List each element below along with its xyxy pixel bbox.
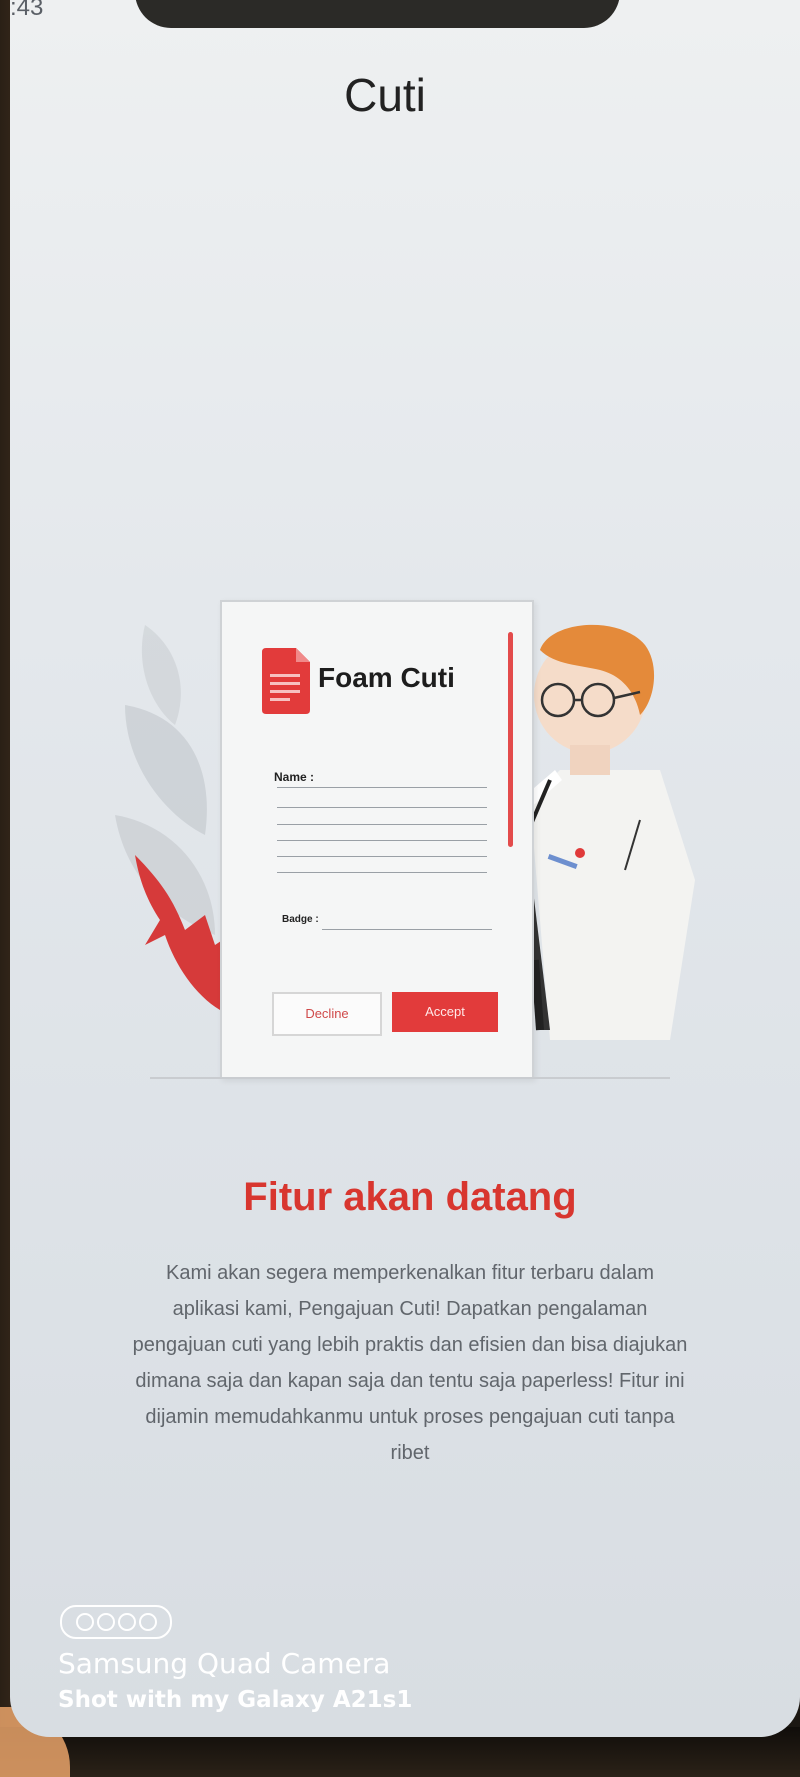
lens-dot — [138, 1613, 157, 1631]
form-scroll-bar — [508, 632, 513, 847]
form-line — [277, 872, 487, 873]
accept-button: Accept — [392, 992, 498, 1032]
name-line — [277, 787, 487, 788]
document-icon — [262, 648, 310, 714]
lens-dot — [117, 1613, 136, 1631]
camera-notch — [135, 0, 620, 28]
grey-leaf — [115, 625, 215, 935]
name-label: Name : — [274, 770, 315, 784]
badge-label: Badge : — [282, 914, 319, 925]
form-line — [277, 840, 487, 841]
camera-watermark-subtitle: Shot with my Galaxy A21s1 — [58, 1687, 413, 1713]
feature-description: Kami akan segera memperkenalkan fitur te… — [132, 1262, 688, 1464]
badge-line — [322, 929, 492, 930]
phone-screen: :43 Cuti Foam Cuti Name: Badge: Declin… — [10, 0, 800, 1737]
form-line — [277, 856, 487, 857]
leave-form-card: Foam Cuti Name : Badge : Decline Accept — [220, 600, 534, 1079]
coming-soon-heading: Fitur akan datang — [243, 1175, 577, 1219]
decline-button: Decline — [272, 992, 382, 1036]
lens-dot — [96, 1613, 115, 1631]
form-title: Foam Cuti — [318, 662, 455, 693]
form-line — [277, 824, 487, 825]
page-title: Cuti — [344, 69, 426, 121]
lens-dot — [75, 1613, 94, 1631]
camera-lens-icon — [60, 1605, 172, 1639]
camera-watermark-title: Samsung Quad Camera — [58, 1647, 391, 1680]
form-line — [277, 807, 487, 808]
ground-line — [150, 1077, 670, 1079]
person-illustration — [510, 624, 695, 1040]
status-time: :43 — [10, 0, 44, 21]
